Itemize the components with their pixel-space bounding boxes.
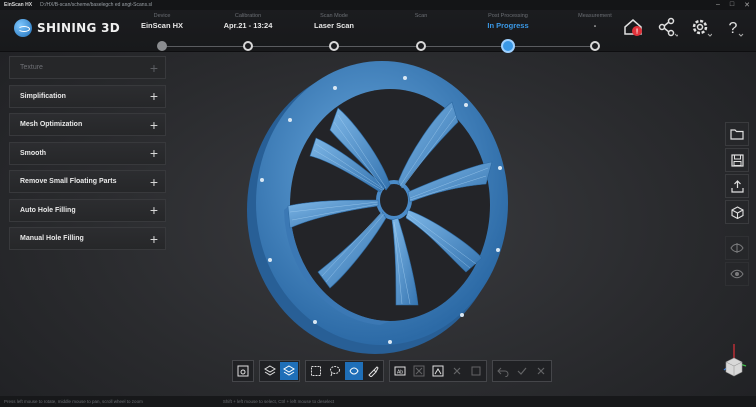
step-value: Laser Scan — [313, 21, 355, 30]
header-icons: ! ? — [622, 16, 746, 38]
brand-logo: SHINING 3D — [14, 19, 120, 37]
brush-select-icon[interactable] — [345, 362, 363, 380]
step-dot[interactable] — [416, 41, 426, 51]
panel-item-label: Remove Small Floating Parts — [20, 178, 117, 185]
toolbar-group-view — [259, 360, 300, 382]
select-connected-icon[interactable] — [429, 362, 447, 380]
panel-item-label: Simplification — [20, 92, 66, 100]
lasso-select-icon[interactable] — [326, 362, 344, 380]
step-dot[interactable] — [590, 41, 600, 51]
step-calibration[interactable]: Calibration Apr.21 - 13:24 — [198, 13, 298, 51]
title-bar: EinScan HX D:/HX/B-scan/scheme/baselegch… — [0, 0, 756, 10]
minimize-icon[interactable]: – — [716, 1, 720, 9]
right-toolbar — [725, 122, 749, 224]
step-post-processing[interactable]: Post Processing In Progress — [458, 13, 558, 53]
settings-icon[interactable] — [690, 16, 713, 38]
edit-toolbar: Ab — [232, 360, 552, 382]
scanned-wheel-mesh[interactable] — [230, 60, 530, 355]
mesh-view-icon[interactable] — [280, 362, 298, 380]
step-dot[interactable] — [157, 41, 167, 51]
apply-icon[interactable] — [513, 362, 531, 380]
panel-item-texture[interactable]: Texture + — [9, 56, 166, 79]
step-value: Apr.21 - 13:24 — [223, 21, 273, 30]
step-scan[interactable]: Scan — [371, 13, 471, 51]
expand-plus-icon[interactable]: + — [150, 203, 158, 217]
panel-item-auto-hole-filling[interactable]: Auto Hole Filling + — [9, 198, 166, 222]
workflow-line — [162, 46, 596, 47]
cube-view-icon[interactable] — [725, 200, 749, 224]
right-toolbar-view — [725, 236, 749, 286]
step-scan-mode[interactable]: Scan Mode Laser Scan — [284, 13, 384, 51]
expand-plus-icon[interactable]: + — [150, 146, 158, 160]
panel-item-label: Manual Hole Filling — [20, 235, 84, 242]
help-icon[interactable]: ? — [724, 16, 746, 38]
visibility-toggle-icon[interactable] — [725, 236, 749, 260]
share-icon[interactable] — [656, 16, 680, 38]
scan-model-viewport[interactable] — [230, 60, 530, 355]
expand-plus-icon[interactable]: + — [150, 175, 158, 189]
svg-text:!: ! — [636, 29, 638, 36]
panel-item-manual-hole-filling[interactable]: Manual Hole Filling + — [9, 227, 166, 250]
paint-icon[interactable] — [364, 362, 382, 380]
status-hint-selection: Shift + left mouse to select, Ctrl + lef… — [222, 399, 335, 404]
invert-select-icon[interactable]: Ab — [391, 362, 409, 380]
expand-plus-icon[interactable]: + — [150, 61, 158, 75]
panel-item-simplification[interactable]: Simplification + — [9, 84, 166, 108]
maximize-icon[interactable]: □ — [730, 1, 734, 9]
step-dot[interactable] — [329, 41, 339, 51]
save-icon[interactable] — [725, 148, 749, 172]
layers-icon[interactable] — [261, 362, 279, 380]
step-label: Post Processing — [488, 13, 528, 19]
panel-item-label: Smooth — [20, 149, 47, 157]
svg-text:Ab: Ab — [397, 370, 403, 376]
step-dot[interactable] — [243, 41, 253, 51]
file-path: D:/HX/B-scan/scheme/baselegch ed angt-Sc… — [40, 2, 153, 8]
home-alert-icon[interactable]: ! — [622, 16, 644, 38]
workflow-header: SHINING 3D Device EinScan HX Calibration… — [0, 10, 756, 53]
screenshot-icon[interactable] — [234, 362, 252, 380]
undo-delete-icon[interactable] — [467, 362, 485, 380]
folder-icon[interactable] — [725, 122, 749, 146]
status-bar: Press left mouse to rotate, middle mouse… — [0, 396, 756, 407]
step-label: Scan — [414, 13, 428, 19]
post-processing-panel: Texture + Simplification + Mesh Optimiza… — [9, 56, 166, 256]
close-icon[interactable]: ✕ — [744, 1, 750, 9]
status-hint-navigation: Press left mouse to rotate, middle mouse… — [4, 399, 143, 404]
logo-icon — [14, 19, 32, 37]
step-label: Scan Mode — [320, 13, 348, 19]
step-dot-active[interactable] — [501, 39, 515, 53]
logo-text: SHINING 3D — [37, 21, 121, 35]
step-value: EinScan HX — [140, 21, 184, 30]
toolbar-group-capture — [232, 360, 254, 382]
cancel-icon[interactable] — [532, 362, 550, 380]
panel-item-mesh-optimization[interactable]: Mesh Optimization + — [9, 113, 166, 136]
delete-icon[interactable] — [448, 362, 466, 380]
expand-plus-icon[interactable]: + — [150, 89, 158, 103]
step-device[interactable]: Device EinScan HX — [112, 13, 212, 51]
clear-select-icon[interactable] — [410, 362, 428, 380]
expand-plus-icon[interactable]: + — [150, 232, 158, 246]
toolbar-group-history — [492, 360, 552, 382]
panel-item-remove-floating-parts[interactable]: Remove Small Floating Parts + — [9, 170, 166, 193]
toolbar-group-selection-ops: Ab — [389, 360, 487, 382]
svg-text:?: ? — [729, 20, 738, 37]
orientation-gizmo[interactable] — [714, 338, 748, 384]
eye-icon[interactable] — [725, 262, 749, 286]
export-icon[interactable] — [725, 174, 749, 198]
panel-item-label: Auto Hole Filling — [20, 206, 76, 214]
expand-plus-icon[interactable]: + — [150, 118, 158, 132]
panel-item-label: Texture — [20, 64, 43, 71]
step-label: Device — [153, 13, 171, 19]
undo-icon[interactable] — [494, 362, 512, 380]
panel-item-label: Mesh Optimization — [20, 121, 83, 128]
step-value — [371, 21, 471, 33]
toolbar-group-select — [305, 360, 384, 382]
window-controls: – □ ✕ — [716, 1, 756, 9]
panel-item-smooth[interactable]: Smooth + — [9, 141, 166, 165]
rect-select-icon[interactable] — [307, 362, 325, 380]
app-name: EinScan HX — [4, 2, 33, 8]
step-label: Calibration — [234, 13, 262, 19]
step-value: In Progress — [487, 21, 529, 30]
